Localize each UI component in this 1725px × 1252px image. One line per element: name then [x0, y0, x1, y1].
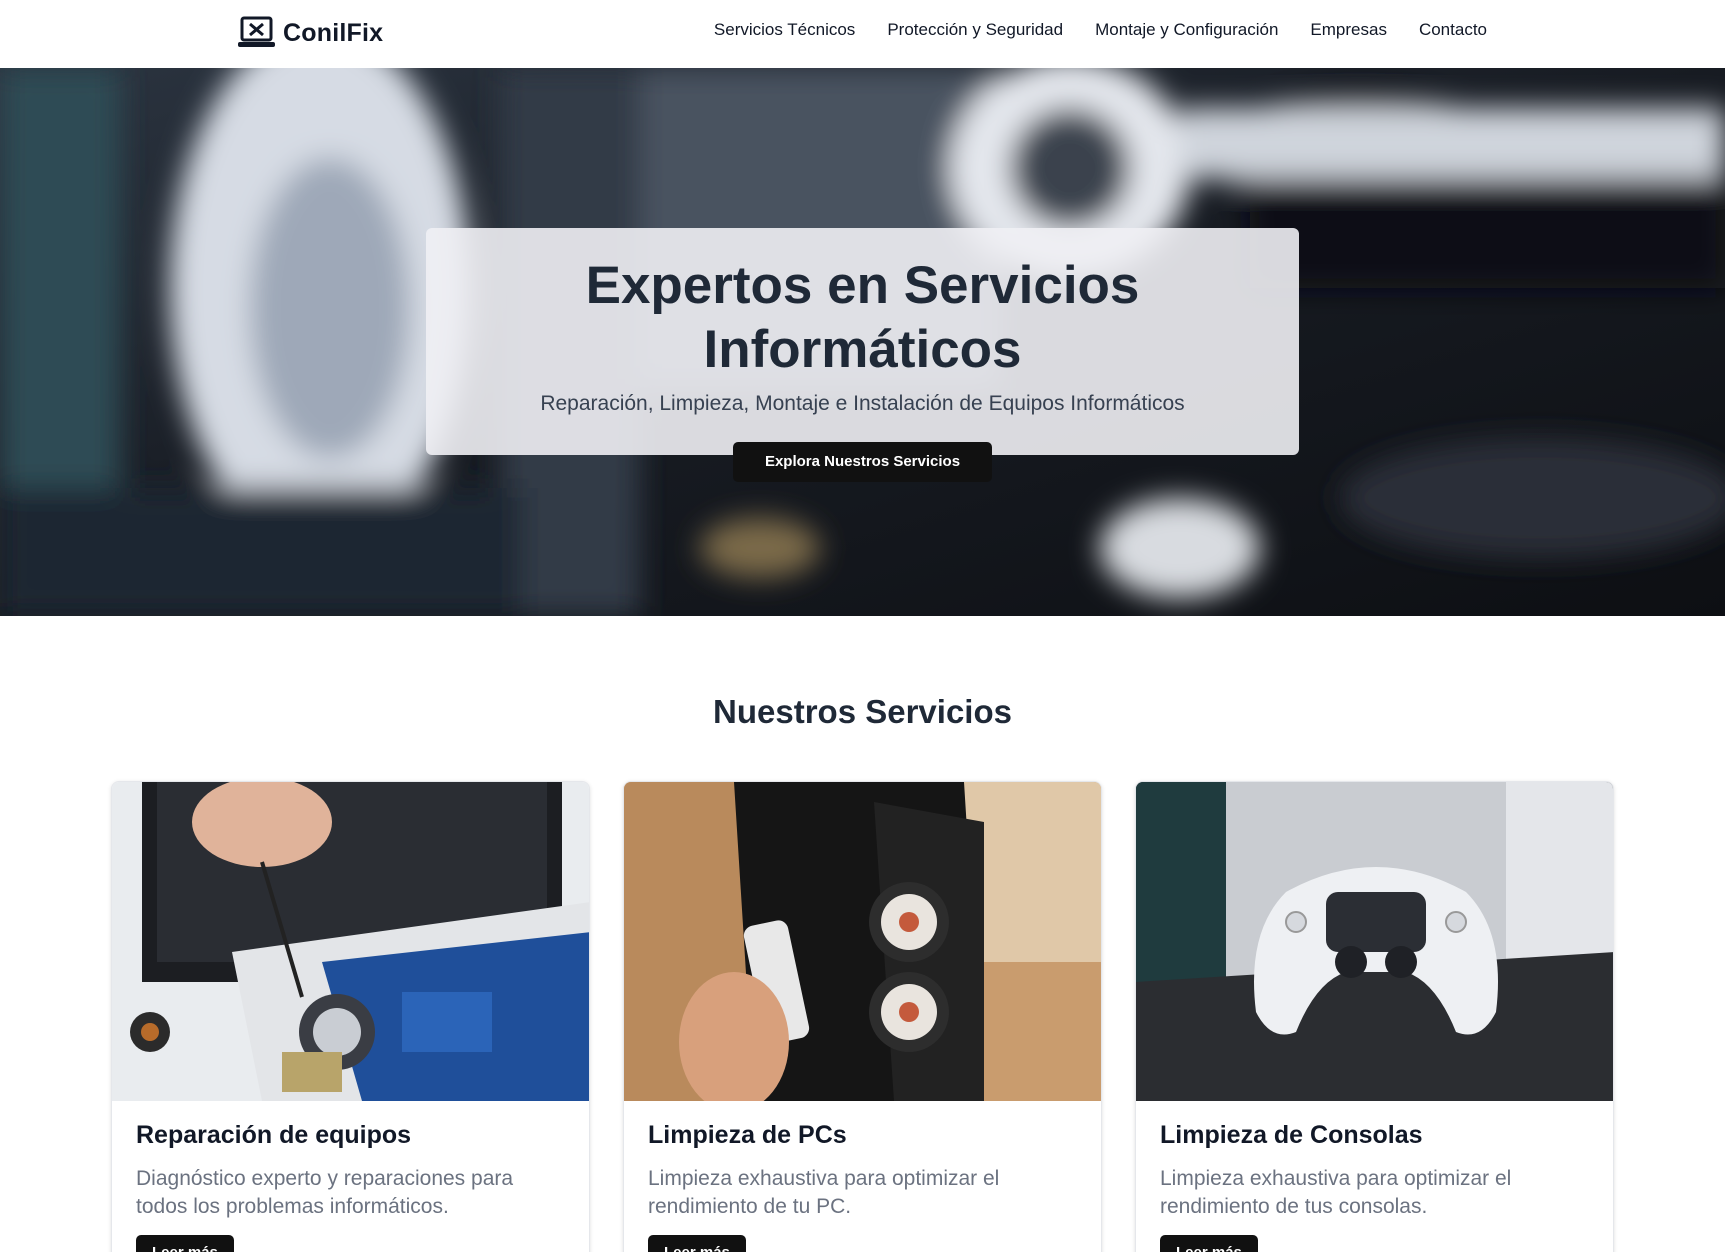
read-more-button[interactable]: Leer más [1160, 1235, 1258, 1252]
service-description: Diagnóstico experto y reparaciones para … [136, 1167, 514, 1218]
nav-contacto[interactable]: Contacto [1419, 20, 1487, 40]
service-image-console-cleaning [1136, 782, 1613, 1101]
nav-servicios-tecnicos[interactable]: Servicios Técnicos [714, 20, 855, 40]
service-title: Limpieza de Consolas [1160, 1121, 1423, 1149]
laptop-icon [238, 16, 275, 47]
service-card-limpieza-consolas: Limpieza de Consolas Limpieza exhaustiva… [1135, 781, 1614, 1252]
hero-subtitle: Reparación, Limpieza, Montaje e Instalac… [540, 392, 1185, 415]
nav-proteccion-seguridad[interactable]: Protección y Seguridad [887, 20, 1063, 40]
main-nav: Servicios Técnicos Protección y Segurida… [714, 20, 1487, 40]
service-card-limpieza-pcs: Limpieza de PCs Limpieza exhaustiva para… [623, 781, 1102, 1252]
services-cards: Reparación de equipos Diagnóstico expert… [111, 781, 1615, 1252]
service-title: Reparación de equipos [136, 1121, 412, 1149]
services-title: Nuestros Servicios [713, 693, 1012, 730]
service-description: Limpieza exhaustiva para optimizar el re… [1160, 1167, 1512, 1218]
brand-logo[interactable]: ConilFix [238, 16, 383, 50]
nav-empresas[interactable]: Empresas [1310, 20, 1387, 40]
service-image-laptop-repair [112, 782, 589, 1101]
service-description: Limpieza exhaustiva para optimizar el re… [648, 1167, 1000, 1218]
read-more-button[interactable]: Leer más [648, 1235, 746, 1252]
explore-services-button[interactable]: Explora Nuestros Servicios [732, 442, 993, 482]
nav-montaje-configuracion[interactable]: Montaje y Configuración [1095, 20, 1278, 40]
hero-card: Expertos en Servicios Informáticos Repar… [426, 228, 1299, 482]
hero-section: Expertos en Servicios Informáticos Repar… [0, 68, 1725, 616]
read-more-button[interactable]: Leer más [136, 1235, 234, 1252]
service-image-pc-cleaning [624, 782, 1101, 1101]
hero-title: Expertos en Servicios Informáticos [585, 256, 1140, 379]
site-header: ConilFix Servicios Técnicos Protección y… [0, 0, 1725, 68]
service-card-reparacion: Reparación de equipos Diagnóstico expert… [111, 781, 590, 1252]
brand-name: ConilFix [283, 18, 384, 47]
service-title: Limpieza de PCs [648, 1121, 847, 1149]
